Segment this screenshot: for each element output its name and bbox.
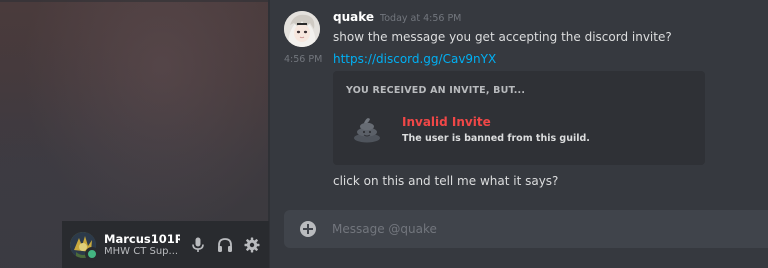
poop-icon bbox=[354, 118, 380, 143]
invite-title: Invalid Invite bbox=[402, 115, 491, 129]
settings-button[interactable] bbox=[240, 233, 264, 257]
message-side-timestamp: 4:56 PM bbox=[284, 54, 323, 65]
author-avatar-art bbox=[284, 11, 320, 47]
message-composer bbox=[284, 210, 768, 248]
mute-button[interactable] bbox=[186, 233, 210, 257]
message-input[interactable] bbox=[332, 218, 752, 240]
user-avatar[interactable] bbox=[70, 231, 99, 261]
message-timestamp: Today at 4:56 PM bbox=[380, 13, 462, 24]
user-info[interactable]: Marcus101RR MHW CT Sup... bbox=[104, 232, 180, 258]
user-panel: Marcus101RR MHW CT Sup... bbox=[62, 221, 269, 268]
message-author[interactable]: quake bbox=[333, 10, 374, 24]
online-status-indicator bbox=[85, 246, 99, 261]
discord-app: Marcus101RR MHW CT Sup... bbox=[0, 0, 768, 268]
invite-heading: YOU RECEIVED AN INVITE, BUT... bbox=[346, 85, 526, 96]
invite-link[interactable]: https://discord.gg/Cav9nYX bbox=[333, 51, 496, 67]
message-text: show the message you get accepting the d… bbox=[333, 30, 672, 44]
gear-icon bbox=[244, 237, 260, 252]
headphones-icon bbox=[218, 237, 232, 252]
message-followup-text: click on this and tell me what it says? bbox=[333, 174, 559, 188]
invite-description: The user is banned from this guild. bbox=[402, 133, 590, 144]
microphone-icon bbox=[192, 237, 204, 252]
invite-embed: YOU RECEIVED AN INVITE, BUT... Invalid I… bbox=[333, 71, 705, 165]
message-header: quake Today at 4:56 PM bbox=[333, 10, 461, 26]
username: Marcus101RR bbox=[104, 231, 180, 246]
add-attachment-button[interactable] bbox=[300, 221, 316, 237]
chat-area: quake Today at 4:56 PM show the message … bbox=[270, 0, 768, 268]
user-status-text: MHW CT Sup... bbox=[104, 245, 179, 257]
message-author-avatar[interactable] bbox=[284, 11, 320, 47]
deafen-button[interactable] bbox=[213, 233, 237, 257]
